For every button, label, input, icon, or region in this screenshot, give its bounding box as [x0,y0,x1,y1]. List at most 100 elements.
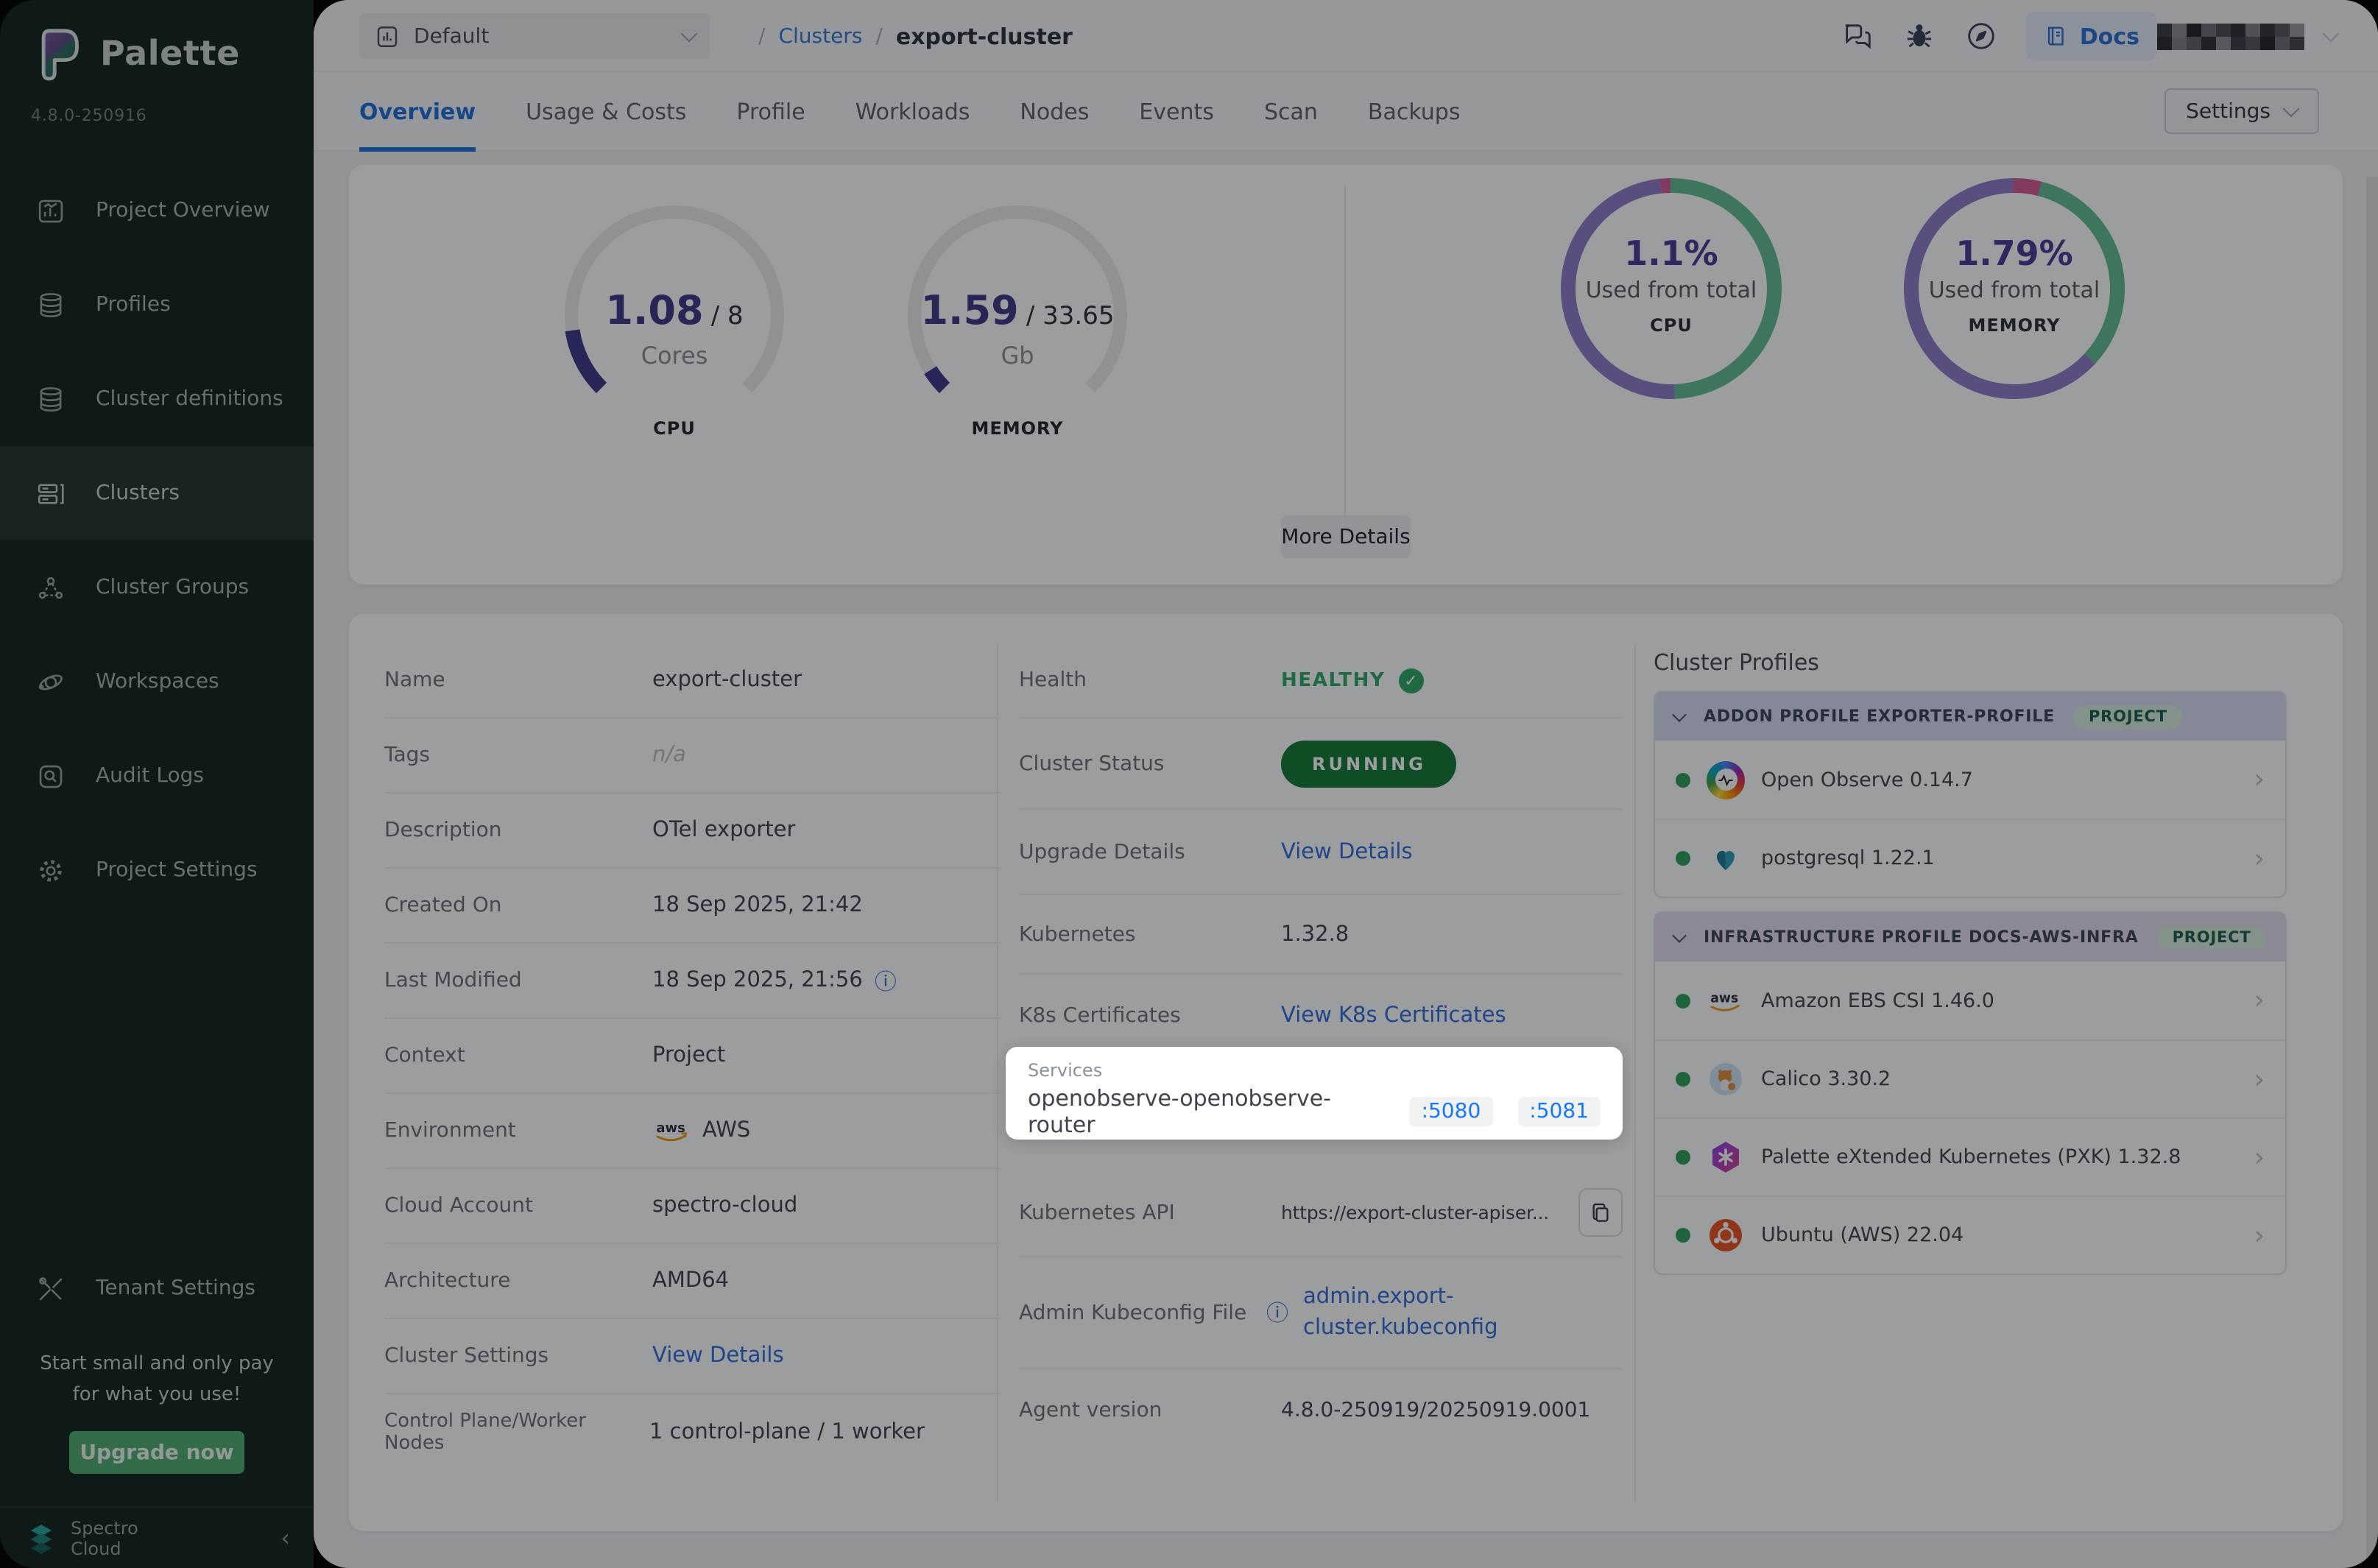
detail-row-kubeconfig: Admin Kubeconfig Fileⓘ admin.export-clus… [1019,1257,1623,1369]
health-status: HEALTHY [1281,669,1385,691]
cpu-usage-donut: 1.1% Used from total CPU [1556,174,1786,403]
sidebar-item-tenant-settings[interactable]: Tenant Settings [0,1241,314,1335]
profile-item-amazon-ebs-csi[interactable]: aws Amazon EBS CSI 1.46.0 › [1655,961,2285,1039]
detail-row-description: DescriptionOTel exporter [384,794,1001,869]
sidebar-item-label: Clusters [96,481,180,505]
cluster-settings-link[interactable]: View Details [652,1344,784,1368]
settings-button[interactable]: Settings [2164,88,2319,134]
chevron-down-icon [1672,928,1687,942]
name-value: export-cluster [652,668,802,692]
profile-item-calico[interactable]: Calico 3.30.2 › [1655,1039,2285,1117]
palette-logo-icon [32,27,82,82]
network-icon [35,572,66,603]
sidebar-item-label: Audit Logs [96,764,204,788]
detail-row-health: Health HEALTHY ✓ [1019,643,1623,718]
info-icon[interactable]: ⓘ [1266,1297,1288,1328]
profile-item-postgresql[interactable]: postgresql 1.22.1 › [1655,819,2285,897]
status-dot-green [1676,1150,1690,1165]
sidebar-item-label: Project Overview [96,199,270,222]
user-menu[interactable] [2157,24,2337,50]
feedback-chat-icon[interactable] [1841,19,1875,53]
sidebar-item-label: Project Settings [96,858,258,882]
profile-item-label: postgresql 1.22.1 [1761,847,1935,870]
layers-icon [35,384,66,414]
sidebar-tenant-section: Tenant Settings [0,1241,314,1335]
service-port-link-5081[interactable]: :5081 [1517,1097,1601,1126]
profile-item-pxk[interactable]: Palette eXtended Kubernetes (PXK) 1.32.8… [1655,1117,2285,1196]
profile-item-openobserve[interactable]: Open Observe 0.14.7 › [1655,741,2285,819]
tab-profile[interactable]: Profile [736,72,805,152]
tab-events[interactable]: Events [1139,72,1214,152]
docs-label: Docs [2080,23,2139,49]
chevron-right-icon: › [2254,1142,2265,1173]
service-port-link-5080[interactable]: :5080 [1410,1097,1493,1126]
project-selector[interactable]: Default [359,13,710,59]
more-details-button[interactable]: More Details [1281,515,1411,558]
tab-overview[interactable]: Overview [359,72,476,152]
tags-value: n/a [652,744,686,767]
profile-item-label: Palette eXtended Kubernetes (PXK) 1.32.8 [1761,1145,2181,1169]
chevron-right-icon: › [2254,985,2265,1016]
tab-nodes[interactable]: Nodes [1020,72,1089,152]
sidebar-item-project-settings[interactable]: Project Settings [0,823,314,917]
infrastructure-profile-header[interactable]: INFRASTRUCTURE PROFILE DOCS-AWS-INFRA PR… [1655,913,2285,961]
running-status-badge[interactable]: RUNNING [1281,740,1457,787]
check-circle-icon: ✓ [1398,668,1423,693]
status-dot-green [1676,851,1690,866]
sidebar-item-audit-logs[interactable]: Audit Logs [0,729,314,823]
addon-profile-header[interactable]: ADDON PROFILE EXPORTER-PROFILE PROJECT [1655,692,2285,741]
sidebar-item-label: Cluster definitions [96,387,283,411]
detail-row-name: Nameexport-cluster [384,643,1001,718]
sidebar-item-clusters[interactable]: Clusters [0,446,314,540]
info-icon[interactable]: ⓘ [875,965,897,996]
copy-button[interactable] [1578,1188,1623,1237]
detail-row-context: ContextProject [384,1019,1001,1094]
details-left-column: Nameexport-cluster Tagsn/a DescriptionOT… [384,643,1001,1469]
usage-overview-card: 1.08 / 8 Cores CPU 1.59 / 33.65 Gb MEMOR… [349,165,2343,585]
tab-backups[interactable]: Backups [1368,72,1461,152]
status-dot-green [1676,1072,1690,1087]
openobserve-logo [1707,760,1745,799]
sidebar-item-project-overview[interactable]: Project Overview [0,163,314,258]
breadcrumb-link-clusters[interactable]: Clusters [778,24,862,48]
ubuntu-logo [1707,1216,1745,1254]
memory-used-value: 1.59 [920,289,1018,334]
detail-row-cloud-account: Cloud Accountspectro-cloud [384,1169,1001,1244]
memory-gauge: 1.59 / 33.65 Gb MEMORY [892,200,1143,427]
scrollbar[interactable] [2366,177,2378,1568]
topbar-actions: Docs [1841,0,2157,72]
detail-row-cluster-settings: Cluster SettingsView Details [384,1319,1001,1394]
cpu-donut-caption: Used from total [1556,277,1786,303]
bug-report-icon[interactable] [1903,19,1937,53]
card-divider [1344,186,1346,554]
tab-usage-costs[interactable]: Usage & Costs [526,72,686,152]
sidebar-item-workspaces[interactable]: Workspaces [0,635,314,729]
sidebar-item-profiles[interactable]: Profiles [0,258,314,352]
k8s-certificates-link[interactable]: View K8s Certificates [1281,1004,1506,1028]
kubeconfig-link[interactable]: admin.export-cluster.kubeconfig [1303,1282,1497,1343]
created-on-value: 18 Sep 2025, 21:42 [652,894,863,917]
collapse-sidebar-icon[interactable]: ‹ [281,1524,290,1552]
tab-scan[interactable]: Scan [1264,72,1318,152]
audit-log-icon [35,760,66,791]
detail-row-kubernetes: Kubernetes 1.32.8 [1019,895,1623,975]
explore-compass-icon[interactable] [1965,19,1999,53]
detail-row-last-modified: Last Modified18 Sep 2025, 21:56ⓘ [384,944,1001,1019]
sidebar-item-cluster-groups[interactable]: Cluster Groups [0,540,314,635]
sidebar-item-label: Workspaces [96,670,219,693]
profile-item-ubuntu[interactable]: Ubuntu (AWS) 22.04 › [1655,1196,2285,1274]
environment-value: AWS [702,1119,750,1143]
sidebar-item-label: Tenant Settings [96,1276,255,1300]
app-window: Palette 4.8.0-250916 Project Overview Pr… [0,0,2378,1568]
tab-workloads[interactable]: Workloads [855,72,970,152]
profile-item-label: Open Observe 0.14.7 [1761,768,1973,791]
upgrade-details-link[interactable]: View Details [1281,840,1413,864]
breadcrumb-current: export-cluster [896,23,1073,49]
kubernetes-api-value: https://export-cluster-apiser... [1281,1201,1549,1223]
upgrade-now-button[interactable]: Upgrade now [69,1431,244,1474]
sidebar-item-cluster-definitions[interactable]: Cluster definitions [0,352,314,446]
services-label: Services [1028,1060,1601,1081]
breadcrumb: / Clusters / export-cluster [758,0,1073,72]
docs-button[interactable]: Docs [2027,12,2157,60]
memory-unit-label: Gb [892,342,1143,370]
